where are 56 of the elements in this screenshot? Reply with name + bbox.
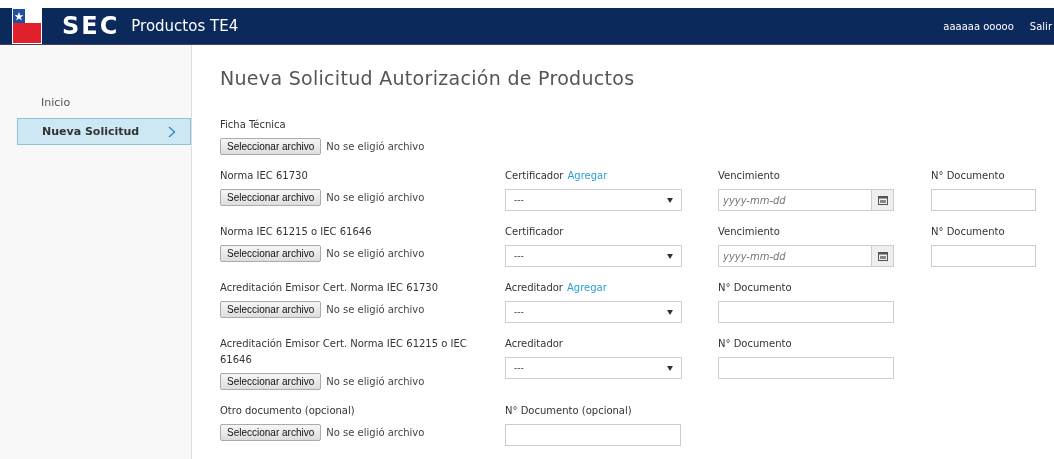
field-label: N° Documento <box>931 169 1005 183</box>
file-button[interactable]: Seleccionar archivo <box>220 373 322 390</box>
field-label: N° Documento (opcional) <box>505 404 632 418</box>
field-label: N° Documento <box>718 281 792 295</box>
input-field[interactable] <box>718 301 894 323</box>
field-label: Certificador <box>505 169 564 183</box>
input-field[interactable] <box>931 189 1036 211</box>
caret-icon <box>667 309 673 315</box>
app-title: Productos TE4 <box>131 17 239 35</box>
field-label: Acreditador <box>505 337 563 351</box>
file-button[interactable]: Seleccionar archivo <box>220 138 322 155</box>
sidebar-item[interactable]: Inicio <box>17 90 191 115</box>
field-label: Vencimiento <box>718 169 780 183</box>
field-label: Norma IEC 61215 o IEC 61646 <box>220 225 373 239</box>
file-status: No se eligió archivo <box>326 141 425 152</box>
file-button[interactable]: Seleccionar archivo <box>220 189 322 206</box>
caret-icon <box>667 197 673 203</box>
file-button[interactable]: Seleccionar archivo <box>220 301 322 318</box>
field-label: Vencimiento <box>718 225 780 239</box>
caret-icon <box>667 253 673 259</box>
field-label: Acreditación Emisor Cert. Norma IEC 61730 <box>220 281 440 295</box>
select-field[interactable]: --- <box>505 357 682 379</box>
file-status: No se eligió archivo <box>326 304 425 315</box>
file-status: No se eligió archivo <box>326 427 425 438</box>
calendar-icon <box>877 251 888 261</box>
field-label: N° Documento <box>931 225 1005 239</box>
field-label: Norma IEC 61730 <box>220 169 309 183</box>
logout-link[interactable]: Salir <box>1029 20 1052 32</box>
field-label: Ficha Técnica <box>220 118 287 132</box>
field-label: Certificador <box>505 225 564 239</box>
sidebar-item[interactable]: Nueva Solicitud <box>17 118 191 145</box>
file-button[interactable]: Seleccionar archivo <box>220 245 322 262</box>
select-field[interactable]: --- <box>505 245 682 267</box>
input-field[interactable] <box>718 357 894 379</box>
date-field[interactable]: yyyy-mm-dd <box>718 245 872 267</box>
file-button[interactable]: Seleccionar archivo <box>220 424 322 441</box>
calendar-icon <box>877 195 888 205</box>
calendar-button[interactable] <box>872 189 894 211</box>
file-status: No se eligió archivo <box>326 376 425 387</box>
select-field[interactable]: --- <box>505 301 682 323</box>
select-field[interactable]: --- <box>505 189 682 211</box>
date-field[interactable]: yyyy-mm-dd <box>718 189 872 211</box>
input-field[interactable] <box>931 245 1036 267</box>
logo-text: SEC <box>62 12 120 40</box>
file-status: No se eligió archivo <box>326 192 425 203</box>
user-name[interactable]: aaaaaa ooooo <box>943 20 1014 32</box>
file-status: No se eligió archivo <box>326 248 425 259</box>
field-label: Otro documento (opcional) <box>220 404 356 418</box>
page-title: Nueva Solicitud Autorización de Productos <box>220 67 636 89</box>
caret-icon <box>667 365 673 371</box>
field-label: Acreditación Emisor Cert. Norma IEC 61215 o IEC 61646 <box>220 337 468 367</box>
calendar-button[interactable] <box>872 245 894 267</box>
input-field[interactable] <box>505 424 681 446</box>
chevron-icon <box>168 125 176 138</box>
field-label: Acreditador <box>505 281 563 295</box>
field-label: N° Documento <box>718 337 792 351</box>
